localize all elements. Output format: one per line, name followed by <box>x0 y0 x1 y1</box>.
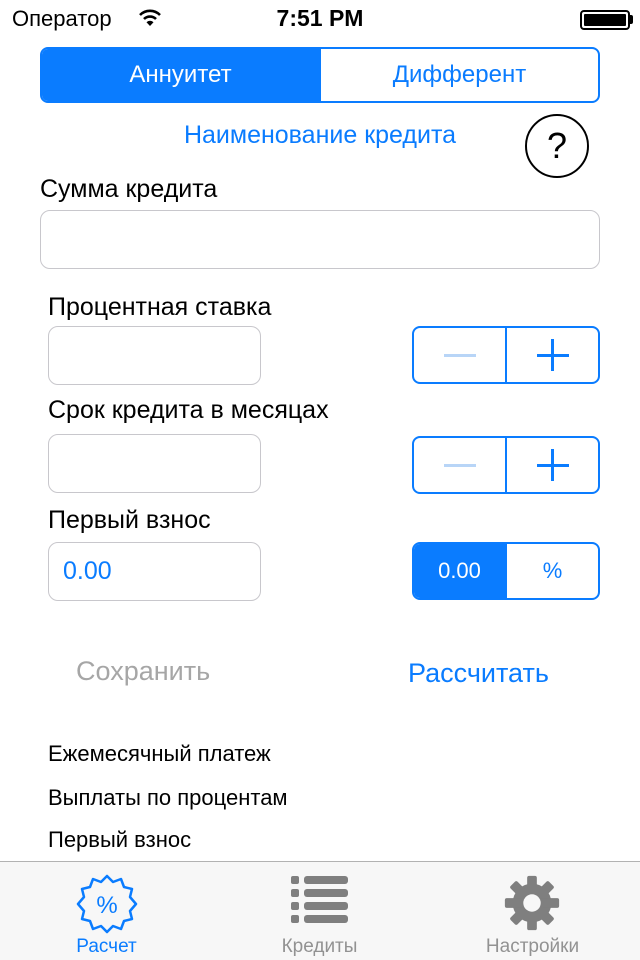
interest-rate-decrement-button[interactable] <box>414 328 505 382</box>
list-icon <box>291 876 348 923</box>
segment-percent[interactable]: % <box>505 544 598 598</box>
calculate-button[interactable]: Рассчитать <box>408 658 549 689</box>
tab-bar: % Расчет Кредиты Настройки <box>0 861 640 960</box>
tab-credits[interactable]: Кредиты <box>213 862 426 960</box>
status-time: 7:51 PM <box>276 5 364 31</box>
battery-icon <box>580 10 630 30</box>
gear-icon <box>504 875 560 931</box>
term-field[interactable] <box>48 434 261 493</box>
tab-label-credits: Кредиты <box>281 936 358 957</box>
down-payment-field[interactable]: 0.00 <box>48 542 261 601</box>
term-decrement-button[interactable] <box>414 438 505 492</box>
minus-icon <box>443 463 476 467</box>
interest-rate-field[interactable] <box>48 326 261 385</box>
tab-label-calculation: Расчет <box>76 936 137 957</box>
term-label: Срок кредита в месяцах <box>48 396 329 424</box>
minus-icon <box>443 353 476 357</box>
monthly-payment-label: Ежемесячный платеж <box>48 741 271 766</box>
down-payment-result-label: Первый взнос <box>48 827 192 852</box>
interest-rate-label: Процентная ставка <box>48 293 272 321</box>
tab-calculation[interactable]: % Расчет <box>0 862 213 960</box>
segment-amount[interactable]: 0.00 <box>414 544 505 598</box>
interest-rate-stepper <box>412 326 600 384</box>
interest-rate-increment-button[interactable] <box>505 328 598 382</box>
help-button[interactable]: ? <box>525 114 589 178</box>
term-increment-button[interactable] <box>505 438 598 492</box>
loan-amount-label: Сумма кредита <box>40 175 218 203</box>
tab-label-settings: Настройки <box>485 936 580 957</box>
save-button[interactable]: Сохранить <box>76 656 210 687</box>
percent-badge-icon: % <box>76 874 138 934</box>
segment-annuity[interactable]: Аннуитет <box>42 49 319 101</box>
loan-amount-field[interactable] <box>40 210 600 269</box>
svg-text:%: % <box>96 892 117 919</box>
interest-payments-label: Выплаты по процентам <box>48 785 288 810</box>
payment-type-segment: Аннуитет Дифферент <box>40 47 600 103</box>
tab-settings[interactable]: Настройки <box>426 862 639 960</box>
down-payment-unit-segment: 0.00 % <box>412 542 600 600</box>
term-stepper <box>412 436 600 494</box>
segment-differentiated[interactable]: Дифферент <box>319 49 598 101</box>
battery-tip <box>630 15 633 24</box>
down-payment-label: Первый взнос <box>48 506 211 534</box>
